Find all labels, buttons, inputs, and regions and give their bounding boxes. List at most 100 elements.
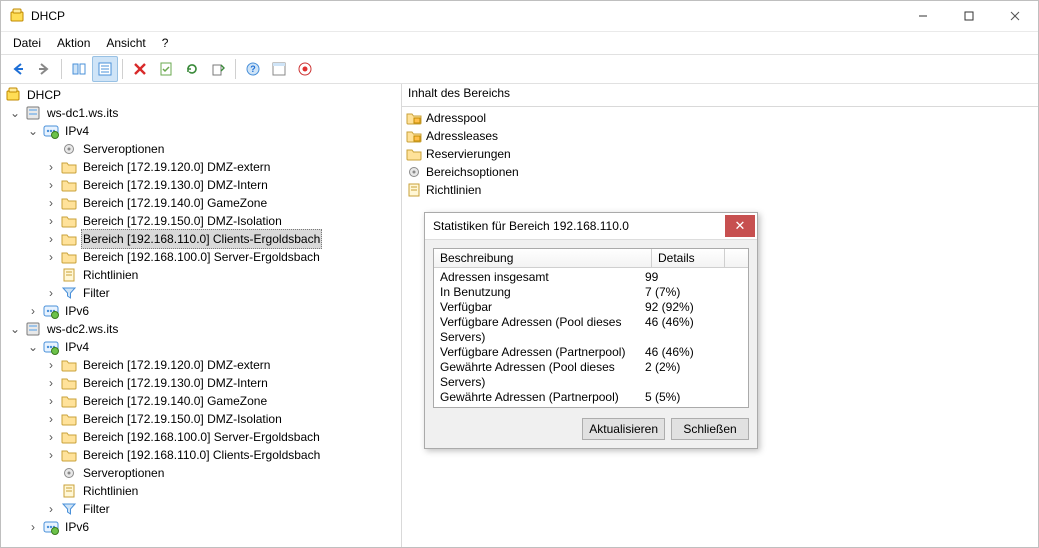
expand-icon[interactable]: › (45, 431, 57, 443)
cell-details: 7 (7%) (645, 285, 725, 300)
expand-icon[interactable]: › (45, 215, 57, 227)
tree-scope-icon (61, 195, 77, 211)
menu-action[interactable]: Aktion (49, 34, 98, 52)
dhcp-icon (5, 87, 21, 103)
tree-scope[interactable]: ›Bereich [172.19.120.0] DMZ-extern (1, 356, 401, 374)
minimize-button[interactable] (900, 1, 946, 31)
expand-icon[interactable]: › (27, 305, 39, 317)
tree-ipv6[interactable]: › IPv6 (1, 302, 401, 320)
list-item-icon (406, 146, 422, 162)
window-title: DHCP (31, 9, 65, 23)
list-item[interactable]: Bereichsoptionen (406, 163, 1034, 181)
ipv6-icon (43, 519, 59, 535)
tree-policies[interactable]: Richtlinien (1, 482, 401, 500)
close-button[interactable] (992, 1, 1038, 31)
cell-details: 92 (92%) (645, 300, 725, 315)
expand-icon[interactable]: › (45, 395, 57, 407)
tree-scope-label: Bereich [172.19.150.0] DMZ-Isolation (81, 212, 284, 230)
list-view-button[interactable] (92, 56, 118, 82)
list-item[interactable]: Reservierungen (406, 145, 1034, 163)
list-item[interactable]: Adresspool (406, 109, 1034, 127)
table-row: Gewährte Adressen (Partnerpool)5 (5%) (434, 390, 748, 405)
refresh-button[interactable]: Aktualisieren (582, 418, 665, 440)
tree-scope[interactable]: ›Bereich [172.19.130.0] DMZ-Intern (1, 176, 401, 194)
tree-scope[interactable]: ›Bereich [192.168.110.0] Clients-Ergolds… (1, 230, 401, 248)
tree-scope[interactable]: ›Bereich [192.168.100.0] Server-Ergoldsb… (1, 428, 401, 446)
toolbar-separator (122, 59, 123, 79)
list-item-label: Adressleases (426, 129, 498, 143)
menu-file[interactable]: Datei (5, 34, 49, 52)
expand-icon[interactable]: › (45, 197, 57, 209)
maximize-button[interactable] (946, 1, 992, 31)
tree-scope[interactable]: ›Bereich [192.168.100.0] Server-Ergoldsb… (1, 248, 401, 266)
collapse-icon[interactable]: ⌄ (9, 323, 21, 335)
tree-root[interactable]: DHCP (1, 86, 401, 104)
expand-icon[interactable]: › (45, 377, 57, 389)
cell-details: 46 (46%) (645, 345, 725, 360)
tree-filter[interactable]: ›Filter (1, 500, 401, 518)
tree-serveroptions[interactable]: Serveroptionen (1, 140, 401, 158)
record-button[interactable] (292, 56, 318, 82)
close-button[interactable]: Schließen (671, 418, 749, 440)
show-hide-tree-button[interactable] (66, 56, 92, 82)
tree-scope[interactable]: ›Bereich [192.168.110.0] Clients-Ergolds… (1, 446, 401, 464)
scope-tree[interactable]: DHCP ⌄ ws-dc1.ws.its (1, 84, 402, 547)
col-description[interactable]: Beschreibung (434, 249, 652, 267)
delete-button[interactable] (127, 56, 153, 82)
list-item-icon (406, 110, 422, 126)
list-item-label: Richtlinien (426, 183, 481, 197)
expand-icon[interactable]: › (45, 161, 57, 173)
tree-filter[interactable]: ›Filter (1, 284, 401, 302)
dialog-titlebar[interactable]: Statistiken für Bereich 192.168.110.0 ✕ (425, 213, 757, 240)
expand-icon[interactable]: › (45, 251, 57, 263)
tree-ipv4[interactable]: ⌄ IPv4 (1, 338, 401, 356)
col-details[interactable]: Details (652, 249, 725, 267)
table-row: Verfügbare Adressen (Pool dieses Servers… (434, 315, 748, 345)
tree-server[interactable]: ⌄ ws-dc1.ws.its (1, 104, 401, 122)
collapse-icon[interactable]: ⌄ (9, 107, 21, 119)
expand-icon[interactable]: › (45, 359, 57, 371)
tree-server[interactable]: ⌄ ws-dc2.ws.its (1, 320, 401, 338)
tree-scope[interactable]: ›Bereich [172.19.140.0] GameZone (1, 392, 401, 410)
expand-icon[interactable]: › (45, 449, 57, 461)
list-item-icon (406, 128, 422, 144)
grid-header[interactable]: Beschreibung Details (434, 249, 748, 268)
collapse-icon[interactable]: ⌄ (27, 125, 39, 137)
expand-icon[interactable]: › (45, 287, 57, 299)
tree-scope[interactable]: ›Bereich [172.19.120.0] DMZ-extern (1, 158, 401, 176)
back-button[interactable] (5, 56, 31, 82)
expand-icon[interactable]: › (45, 413, 57, 425)
tree-filter-icon (61, 501, 77, 517)
tree-scope[interactable]: › Bereich [172.19.150.0] DMZ-Isolation (1, 212, 401, 230)
tree-scope[interactable]: ›Bereich [172.19.150.0] DMZ-Isolation (1, 410, 401, 428)
details-list[interactable]: Adresspool Adressleases ReservierungenBere… (402, 107, 1038, 201)
dialog-close-button[interactable]: ✕ (725, 215, 755, 237)
expand-icon[interactable]: › (27, 521, 39, 533)
forward-button[interactable] (31, 56, 57, 82)
collapse-icon[interactable]: ⌄ (27, 341, 39, 353)
tree-serveroptions[interactable]: Serveroptionen (1, 464, 401, 482)
list-item[interactable]: Adressleases (406, 127, 1034, 145)
export-button[interactable] (205, 56, 231, 82)
tree-scope[interactable]: ›Bereich [172.19.140.0] GameZone (1, 194, 401, 212)
ipv4-icon (43, 339, 59, 355)
expand-icon[interactable]: › (45, 503, 57, 515)
menu-view[interactable]: Ansicht (98, 34, 153, 52)
properties-button[interactable] (266, 56, 292, 82)
cell-details: 99 (645, 270, 725, 285)
expand-icon[interactable]: › (45, 233, 57, 245)
sheet-button[interactable] (153, 56, 179, 82)
dialog-title: Statistiken für Bereich 192.168.110.0 (425, 219, 725, 233)
tree-ipv6[interactable]: › IPv6 (1, 518, 401, 536)
list-item[interactable]: Richtlinien (406, 181, 1034, 199)
menu-help[interactable]: ? (154, 34, 177, 52)
tree-scope[interactable]: › Bereich [172.19.130.0] DMZ-Intern (1, 374, 401, 392)
tree-scope-label: Bereich [172.19.130.0] DMZ-Intern (81, 374, 270, 392)
refresh-button[interactable] (179, 56, 205, 82)
tree-policies[interactable]: Richtlinien (1, 266, 401, 284)
list-item-icon (406, 164, 422, 180)
expand-icon[interactable]: › (45, 179, 57, 191)
tree-serveroptions-label: Serveroptionen (81, 464, 166, 482)
tree-ipv4[interactable]: ⌄ IPv4 (1, 122, 401, 140)
help-button[interactable] (240, 56, 266, 82)
